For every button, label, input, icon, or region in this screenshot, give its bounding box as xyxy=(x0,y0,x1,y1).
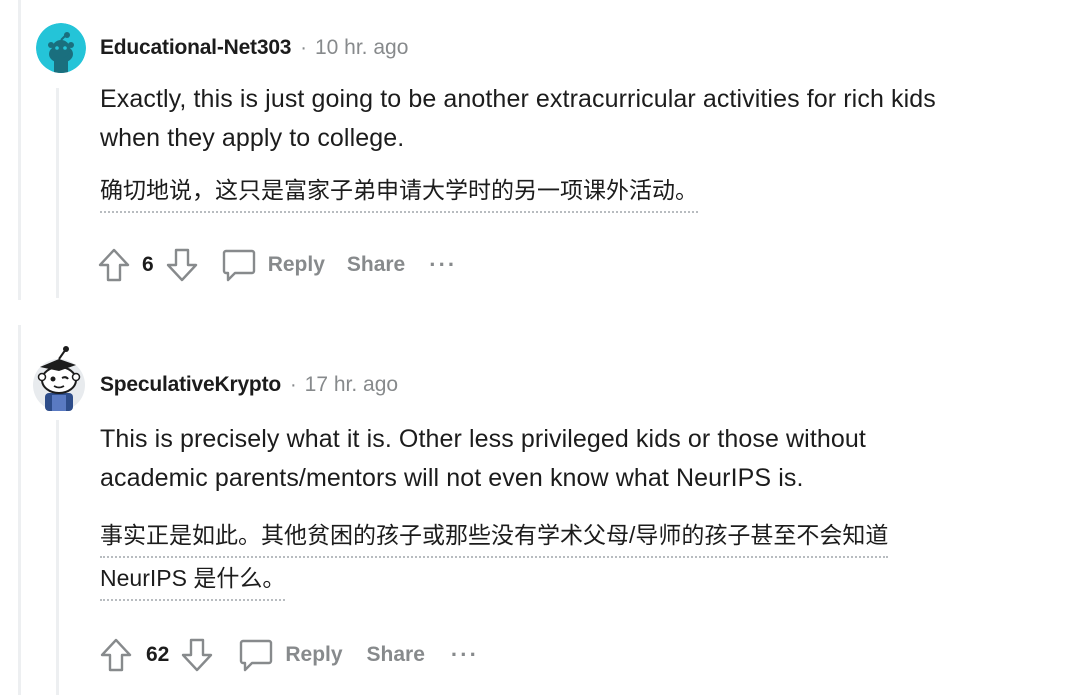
reply-button[interactable]: Reply xyxy=(220,245,325,285)
comment-body-line: Exactly, this is just going to be anothe… xyxy=(100,85,936,113)
comment-2: SpeculativeKrypto · 17 hr. ago This is p… xyxy=(0,325,1080,695)
downvote-icon[interactable] xyxy=(179,635,215,675)
comment-1: Educational-Net303 · 10 hr. ago Exactly,… xyxy=(0,0,1080,300)
username[interactable]: SpeculativeKrypto xyxy=(100,373,281,397)
comment-bubble-icon xyxy=(220,245,258,285)
avatar[interactable] xyxy=(36,23,86,73)
translation-line: 事实正是如此。其他贫困的孩子或那些没有学术父母/导师的孩子甚至不会知道 xyxy=(100,515,889,558)
downvote-icon[interactable] xyxy=(164,245,200,285)
share-button[interactable]: Share xyxy=(367,643,425,667)
share-button[interactable]: Share xyxy=(347,253,405,277)
comment-body-line: when they apply to college. xyxy=(100,124,405,152)
meta-separator: · xyxy=(300,37,307,59)
avatar[interactable] xyxy=(32,345,86,411)
comment-meta: SpeculativeKrypto · 17 hr. ago xyxy=(100,373,398,397)
upvote-icon[interactable] xyxy=(98,635,134,675)
reply-label: Reply xyxy=(267,253,325,276)
timestamp[interactable]: 10 hr. ago xyxy=(315,36,408,60)
meta-separator: · xyxy=(290,374,297,396)
comment-actions: 6 Reply Share ··· xyxy=(96,245,457,285)
comment-body-line: This is precisely what it is. Other less… xyxy=(100,425,866,453)
comment-bubble-icon xyxy=(237,635,275,675)
reply-button[interactable]: Reply xyxy=(237,635,343,675)
upvote-icon[interactable] xyxy=(96,245,132,285)
comment-body-translation: 事实正是如此。其他贫困的孩子或那些没有学术父母/导师的孩子甚至不会知道 Neur… xyxy=(100,515,889,601)
comment-body-english: Exactly, this is just going to be anothe… xyxy=(100,80,936,158)
more-options-icon[interactable]: ··· xyxy=(451,642,479,668)
comment-body-line: academic parents/mentors will not even k… xyxy=(100,464,804,492)
translation-line: NeurIPS 是什么。 xyxy=(100,558,286,601)
vote-count: 6 xyxy=(142,253,154,276)
vote-count: 62 xyxy=(146,643,170,666)
more-options-icon[interactable]: ··· xyxy=(429,252,457,278)
comment-body-translation: 确切地说，这只是富家子弟申请大学时的另一项课外活动。 xyxy=(100,170,698,213)
comment-actions: 62 Reply Share ··· xyxy=(98,635,479,675)
comment-meta: Educational-Net303 · 10 hr. ago xyxy=(100,36,408,60)
reply-label: Reply xyxy=(285,643,343,666)
translation-line: 确切地说，这只是富家子弟申请大学时的另一项课外活动。 xyxy=(100,170,698,213)
username[interactable]: Educational-Net303 xyxy=(100,36,291,60)
snoo-avatar-icon xyxy=(33,346,85,411)
comment-body-english: This is precisely what it is. Other less… xyxy=(100,420,866,498)
snoo-avatar-icon xyxy=(36,23,86,73)
timestamp[interactable]: 17 hr. ago xyxy=(305,373,398,397)
